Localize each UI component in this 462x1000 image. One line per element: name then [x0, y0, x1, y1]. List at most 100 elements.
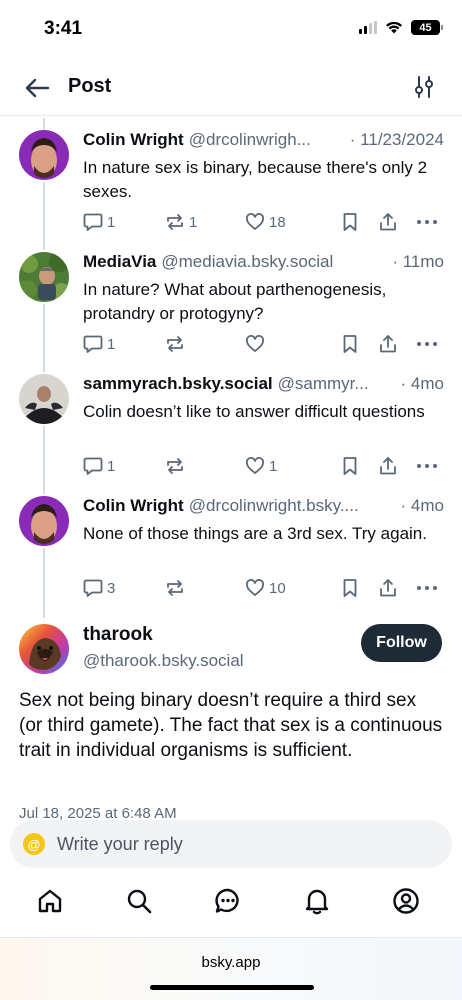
post-text: Colin doesn’t like to answer difficult q… [83, 402, 425, 421]
bookmark-button[interactable] [341, 334, 359, 354]
like-button[interactable]: 10 [245, 578, 286, 598]
more-options-button[interactable] [416, 456, 438, 476]
status-time: 3:41 [44, 18, 83, 39]
search-icon [127, 889, 152, 914]
reply-button[interactable]: 1 [83, 334, 115, 354]
thread-line [43, 182, 45, 250]
post-meta: Colin Wright @drcolinwright.bsky.... · 4… [83, 496, 444, 516]
share-button[interactable] [378, 578, 398, 598]
page-title: Post [68, 75, 112, 97]
tab-home[interactable] [35, 886, 65, 916]
share-button[interactable] [378, 456, 398, 476]
post-text: In nature? What about parthenogenesis, p… [83, 280, 387, 323]
like-count: 10 [269, 579, 286, 597]
thread-settings-button[interactable] [412, 74, 436, 100]
post-text: None of those things are a 3rd sex. Try … [83, 524, 427, 543]
post-time: · 4mo [400, 496, 444, 515]
tab-notifications[interactable] [302, 886, 332, 916]
share-button[interactable] [378, 334, 398, 354]
avatar[interactable] [19, 252, 69, 302]
more-dots-icon [417, 586, 437, 590]
like-button[interactable]: 18 [245, 212, 286, 232]
author-name[interactable]: sammyrach.bsky.social [83, 374, 273, 394]
like-button[interactable]: 1 [245, 456, 277, 476]
reply-count: 3 [107, 579, 116, 597]
more-options-button[interactable] [416, 578, 438, 598]
avatar[interactable] [19, 374, 69, 424]
post-actions: 1 [83, 332, 448, 356]
author-handle[interactable]: @tharook.bsky.social [83, 651, 244, 671]
heart-icon [246, 213, 264, 230]
author-name[interactable]: MediaVia [83, 252, 156, 272]
sliders-icon [415, 76, 433, 98]
reply-button[interactable]: 1 [83, 212, 115, 232]
bookmark-icon [343, 579, 357, 597]
bookmark-button[interactable] [341, 212, 359, 232]
author-handle[interactable]: @drcolinwright.bsky.... [189, 496, 395, 516]
repost-button[interactable]: 1 [165, 212, 197, 232]
post-time: · 4mo [400, 374, 444, 393]
bookmark-button[interactable] [341, 456, 359, 476]
reply-button[interactable]: 1 [83, 456, 115, 476]
repost-icon [167, 580, 183, 596]
user-avatar: @ [23, 833, 45, 855]
author-name[interactable]: tharook [83, 624, 153, 646]
more-dots-icon [417, 464, 437, 468]
repost-icon [167, 458, 183, 474]
tab-profile[interactable] [391, 886, 421, 916]
avatar[interactable] [19, 496, 69, 546]
comment-icon [83, 579, 103, 597]
follow-button[interactable]: Follow [361, 624, 442, 662]
reply-count: 1 [107, 213, 116, 231]
author-handle[interactable]: @mediavia.bsky.social [161, 252, 386, 272]
more-options-button[interactable] [416, 212, 438, 232]
bookmark-icon [343, 213, 357, 231]
profile-icon [393, 888, 419, 914]
share-icon [380, 213, 396, 231]
repost-button[interactable] [165, 456, 189, 476]
like-count: 1 [269, 457, 278, 475]
comment-icon [83, 213, 103, 231]
like-count: 18 [269, 213, 286, 231]
bookmark-button[interactable] [341, 578, 359, 598]
bell-icon [305, 889, 329, 915]
comment-icon [83, 457, 103, 475]
repost-count: 1 [189, 213, 198, 231]
repost-button[interactable] [165, 334, 189, 354]
home-indicator[interactable] [150, 985, 314, 990]
status-icons: 45 [359, 20, 443, 35]
reply-input[interactable]: @ Write your reply [10, 820, 452, 868]
avatar[interactable] [19, 624, 69, 674]
chat-icon [215, 888, 239, 913]
post-meta: MediaVia @mediavia.bsky.social · 11mo [83, 252, 444, 272]
back-button[interactable] [22, 74, 52, 102]
post-meta: sammyrach.bsky.social @sammyr... · 4mo [83, 374, 444, 394]
post-actions: 1 1 18 [83, 210, 448, 234]
thread-line [43, 118, 45, 130]
repost-button[interactable] [165, 578, 189, 598]
share-icon [380, 457, 396, 475]
more-options-button[interactable] [416, 334, 438, 354]
tab-chat[interactable] [213, 886, 243, 916]
author-handle[interactable]: @sammyr... [278, 374, 395, 394]
heart-icon [246, 457, 264, 474]
author-handle[interactable]: @drcolinwrigh... [189, 130, 344, 150]
url-text[interactable]: bsky.app [0, 954, 462, 971]
author-name[interactable]: Colin Wright [83, 496, 184, 516]
thread-line [43, 304, 45, 372]
bookmark-icon [343, 335, 357, 353]
post-text: Sex not being binary doesn’t require a t… [19, 690, 443, 761]
avatar[interactable] [19, 130, 69, 180]
bookmark-icon [343, 457, 357, 475]
heart-icon [246, 335, 264, 352]
heart-icon [246, 579, 264, 596]
wifi-icon [386, 21, 402, 34]
like-button[interactable] [245, 334, 269, 354]
post-actions: 1 1 [83, 454, 448, 478]
author-name[interactable]: Colin Wright [83, 130, 184, 150]
tab-search[interactable] [124, 886, 154, 916]
post-time: · 11/23/2024 [349, 130, 444, 149]
reply-button[interactable]: 3 [83, 578, 115, 598]
share-button[interactable] [378, 212, 398, 232]
repost-icon [167, 214, 183, 230]
